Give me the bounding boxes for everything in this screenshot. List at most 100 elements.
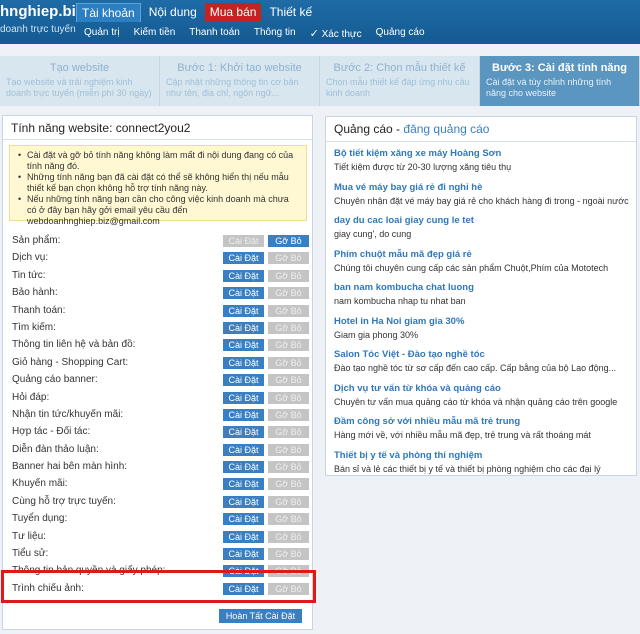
remove-button[interactable]: Gỡ Bỏ: [268, 269, 309, 282]
feature-row: Thông tin liên hệ và bản đồ: Cài Đặt Gỡ Bỏ: [11, 337, 309, 354]
subnav-earn[interactable]: Kiếm tiền: [134, 27, 176, 40]
ad-item: Mua vé máy bay giá rẻ đi nghỉ hè Chuyên n…: [326, 182, 636, 215]
subnav-ads[interactable]: Quảng cáo: [376, 27, 425, 40]
remove-button[interactable]: Gỡ Bỏ: [268, 235, 309, 247]
install-button[interactable]: Cài Đặt: [223, 530, 264, 543]
remove-button[interactable]: Gỡ Bỏ: [268, 321, 309, 334]
post-ad-link[interactable]: đăng quảng cáo: [403, 122, 489, 136]
install-button[interactable]: Cài Đặt: [223, 374, 264, 387]
subnav-admin[interactable]: Quản trị: [84, 27, 120, 40]
site-logo[interactable]: hnghiep.biz: [0, 3, 83, 20]
feature-label: Tin tức:: [12, 269, 46, 281]
remove-button[interactable]: Gỡ Bỏ: [268, 443, 309, 456]
ad-title-link[interactable]: Hotel in Ha Noi giam gia 30%: [334, 316, 636, 327]
ad-item: ban nam kombucha chat luong nam kombucha …: [326, 282, 636, 315]
panel-title: Tính năng website: connect2you2: [3, 116, 312, 140]
ad-title-link[interactable]: Phím chuột mẫu mã đẹp giá rẻ: [334, 249, 636, 260]
install-button[interactable]: Cài Đặt: [223, 339, 264, 352]
feature-label: Tìm kiếm:: [12, 321, 56, 333]
ads-header: Quảng cáo - đăng quảng cáo: [326, 117, 636, 142]
feature-row: Bảo hành: Cài Đặt Gỡ Bỏ: [11, 285, 309, 302]
step-title: Bước 2: Chọn mẫu thiết kế: [333, 62, 466, 74]
ad-item: Đầm công sở với nhiều mẫu mã trẻ trung Hà…: [326, 416, 636, 449]
ad-title-link[interactable]: Bộ tiết kiệm xăng xe máy Hoàng Sơn: [334, 148, 636, 159]
feature-label: Banner hai bên màn hình:: [12, 461, 128, 473]
install-button[interactable]: Cài Đặt: [223, 321, 264, 334]
install-button[interactable]: Cài Đặt: [223, 252, 264, 265]
subnav-verify[interactable]: ✓ Xác thực: [310, 27, 362, 40]
feature-row: Hỏi đáp: Cài Đặt Gỡ Bỏ: [11, 390, 309, 407]
feature-label: Thông tin liên hệ và bản đồ:: [12, 339, 136, 351]
highlight-box: [1, 570, 316, 603]
remove-button[interactable]: Gỡ Bỏ: [268, 495, 309, 508]
install-button[interactable]: Cài Đặt: [223, 356, 264, 369]
ad-item: Hotel in Ha Noi giam gia 30% Giam gia pho…: [326, 316, 636, 349]
ad-description: Chuyên nhận đặt vé máy bay giá rẻ cho kh…: [334, 195, 629, 206]
feature-label: Quảng cáo banner:: [12, 374, 98, 386]
install-button[interactable]: Cài Đặt: [223, 426, 264, 439]
remove-button[interactable]: Gỡ Bỏ: [268, 548, 309, 561]
feature-row: Tin tức: Cài Đặt Gỡ Bỏ: [11, 268, 309, 285]
subnav-info[interactable]: Thông tin: [254, 27, 296, 40]
remove-button[interactable]: Gỡ Bỏ: [268, 374, 309, 387]
install-button[interactable]: Cài Đặt: [223, 548, 264, 561]
features-panel: Tính năng website: connect2you2 Cài đặt …: [2, 115, 313, 630]
step-1[interactable]: Bước 1: Khởi tạo website Cập nhật những …: [160, 56, 320, 106]
install-button[interactable]: Cài Đặt: [223, 287, 264, 300]
ad-title-link[interactable]: Mua vé máy bay giá rẻ đi nghỉ hè: [334, 182, 636, 193]
install-button[interactable]: Cài Đặt: [223, 269, 264, 282]
subnav-payment[interactable]: Thanh toán: [189, 27, 240, 40]
feature-label: Dịch vụ:: [12, 252, 49, 264]
install-button[interactable]: Cài Đặt: [223, 495, 264, 508]
step-3-current[interactable]: Bước 3: Cài đặt tính năng Cài đặt và tùy…: [480, 56, 640, 106]
remove-button[interactable]: Gỡ Bỏ: [268, 391, 309, 404]
feature-row: Tư liệu: Cài Đặt Gỡ Bỏ: [11, 529, 309, 546]
ad-title-link[interactable]: day du cac loai giay cung le tet: [334, 215, 636, 226]
install-button[interactable]: Cài Đặt: [223, 235, 264, 247]
remove-button[interactable]: Gỡ Bỏ: [268, 408, 309, 421]
step-create-website[interactable]: Tạo website Tạo website và trải nghiệm k…: [0, 56, 160, 106]
ad-description: Chúng tôi chuyên cung cấp các sản phẩm C…: [334, 262, 609, 273]
feature-row: Banner hai bên màn hình: Cài Đặt Gỡ Bỏ: [11, 459, 309, 476]
install-button[interactable]: Cài Đặt: [223, 478, 264, 491]
remove-button[interactable]: Gỡ Bỏ: [268, 287, 309, 300]
feature-list: Sản phẩm: Cài Đặt Gỡ Bỏ Dịch vụ: Cài Đặt Gỡ B…: [11, 233, 309, 598]
remove-button[interactable]: Gỡ Bỏ: [268, 339, 309, 352]
install-button[interactable]: Cài Đặt: [223, 408, 264, 421]
install-button[interactable]: Cài Đặt: [223, 513, 264, 526]
ad-title-link[interactable]: Thiết bị y tế và phòng thí nghiệm: [334, 450, 636, 461]
ad-title-link[interactable]: ban nam kombucha chat luong: [334, 282, 636, 293]
install-button[interactable]: Cài Đặt: [223, 443, 264, 456]
tab-account[interactable]: Tài khoản: [76, 3, 141, 22]
remove-button[interactable]: Gỡ Bỏ: [268, 530, 309, 543]
ad-title-link[interactable]: Dịch vụ tư vấn từ khóa và quảng cáo: [334, 383, 636, 394]
step-desc: Tạo website và trải nghiệm kinh doanh tr…: [6, 77, 152, 98]
sub-nav: Quản trị Kiếm tiền Thanh toán Thông tin …: [84, 27, 425, 40]
remove-button[interactable]: Gỡ Bỏ: [268, 513, 309, 526]
ad-title-link[interactable]: Salon Tóc Việt - Đào tạo nghề tóc: [334, 349, 636, 360]
step-2[interactable]: Bước 2: Chọn mẫu thiết kế Chọn mẫu thiết…: [320, 56, 480, 106]
install-button[interactable]: Cài Đặt: [223, 461, 264, 474]
ads-list: Bộ tiết kiệm xăng xe máy Hoàng Sơn Tiết k…: [326, 142, 636, 482]
ad-item: Thiết bị y tế và phòng thí nghiệm Bán sỉ …: [326, 450, 636, 483]
remove-button[interactable]: Gỡ Bỏ: [268, 304, 309, 317]
ad-description: Đào tạo nghề tóc từ sơ cấp đến cao cấp. …: [334, 363, 617, 373]
ad-item: Dịch vụ tư vấn từ khóa và quảng cáo Chuyê…: [326, 383, 636, 416]
main-nav: Tài khoản Nội dung Mua bán Thiết kế: [76, 3, 317, 22]
remove-button[interactable]: Gỡ Bỏ: [268, 356, 309, 369]
tab-shop[interactable]: Mua bán: [204, 3, 262, 22]
remove-button[interactable]: Gỡ Bỏ: [268, 461, 309, 474]
tab-content[interactable]: Nội dung: [144, 3, 202, 22]
remove-button[interactable]: Gỡ Bỏ: [268, 426, 309, 439]
remove-button[interactable]: Gỡ Bỏ: [268, 252, 309, 265]
notice-item: Cài đặt và gỡ bỏ tính năng không làm mất…: [18, 150, 300, 172]
install-button[interactable]: Cài Đặt: [223, 391, 264, 404]
finish-setup-button[interactable]: Hoàn Tất Cài Đặt: [219, 609, 302, 623]
remove-button[interactable]: Gỡ Bỏ: [268, 478, 309, 491]
install-button[interactable]: Cài Đặt: [223, 304, 264, 317]
feature-label: Tiểu sử:: [12, 548, 49, 560]
feature-row: Nhận tin tức/khuyến mãi: Cài Đặt Gỡ Bỏ: [11, 407, 309, 424]
tab-design[interactable]: Thiết kế: [264, 3, 317, 22]
feature-label: Cùng hỗ trợ trực tuyến:: [12, 495, 116, 507]
ad-title-link[interactable]: Đầm công sở với nhiều mẫu mã trẻ trung: [334, 416, 636, 427]
